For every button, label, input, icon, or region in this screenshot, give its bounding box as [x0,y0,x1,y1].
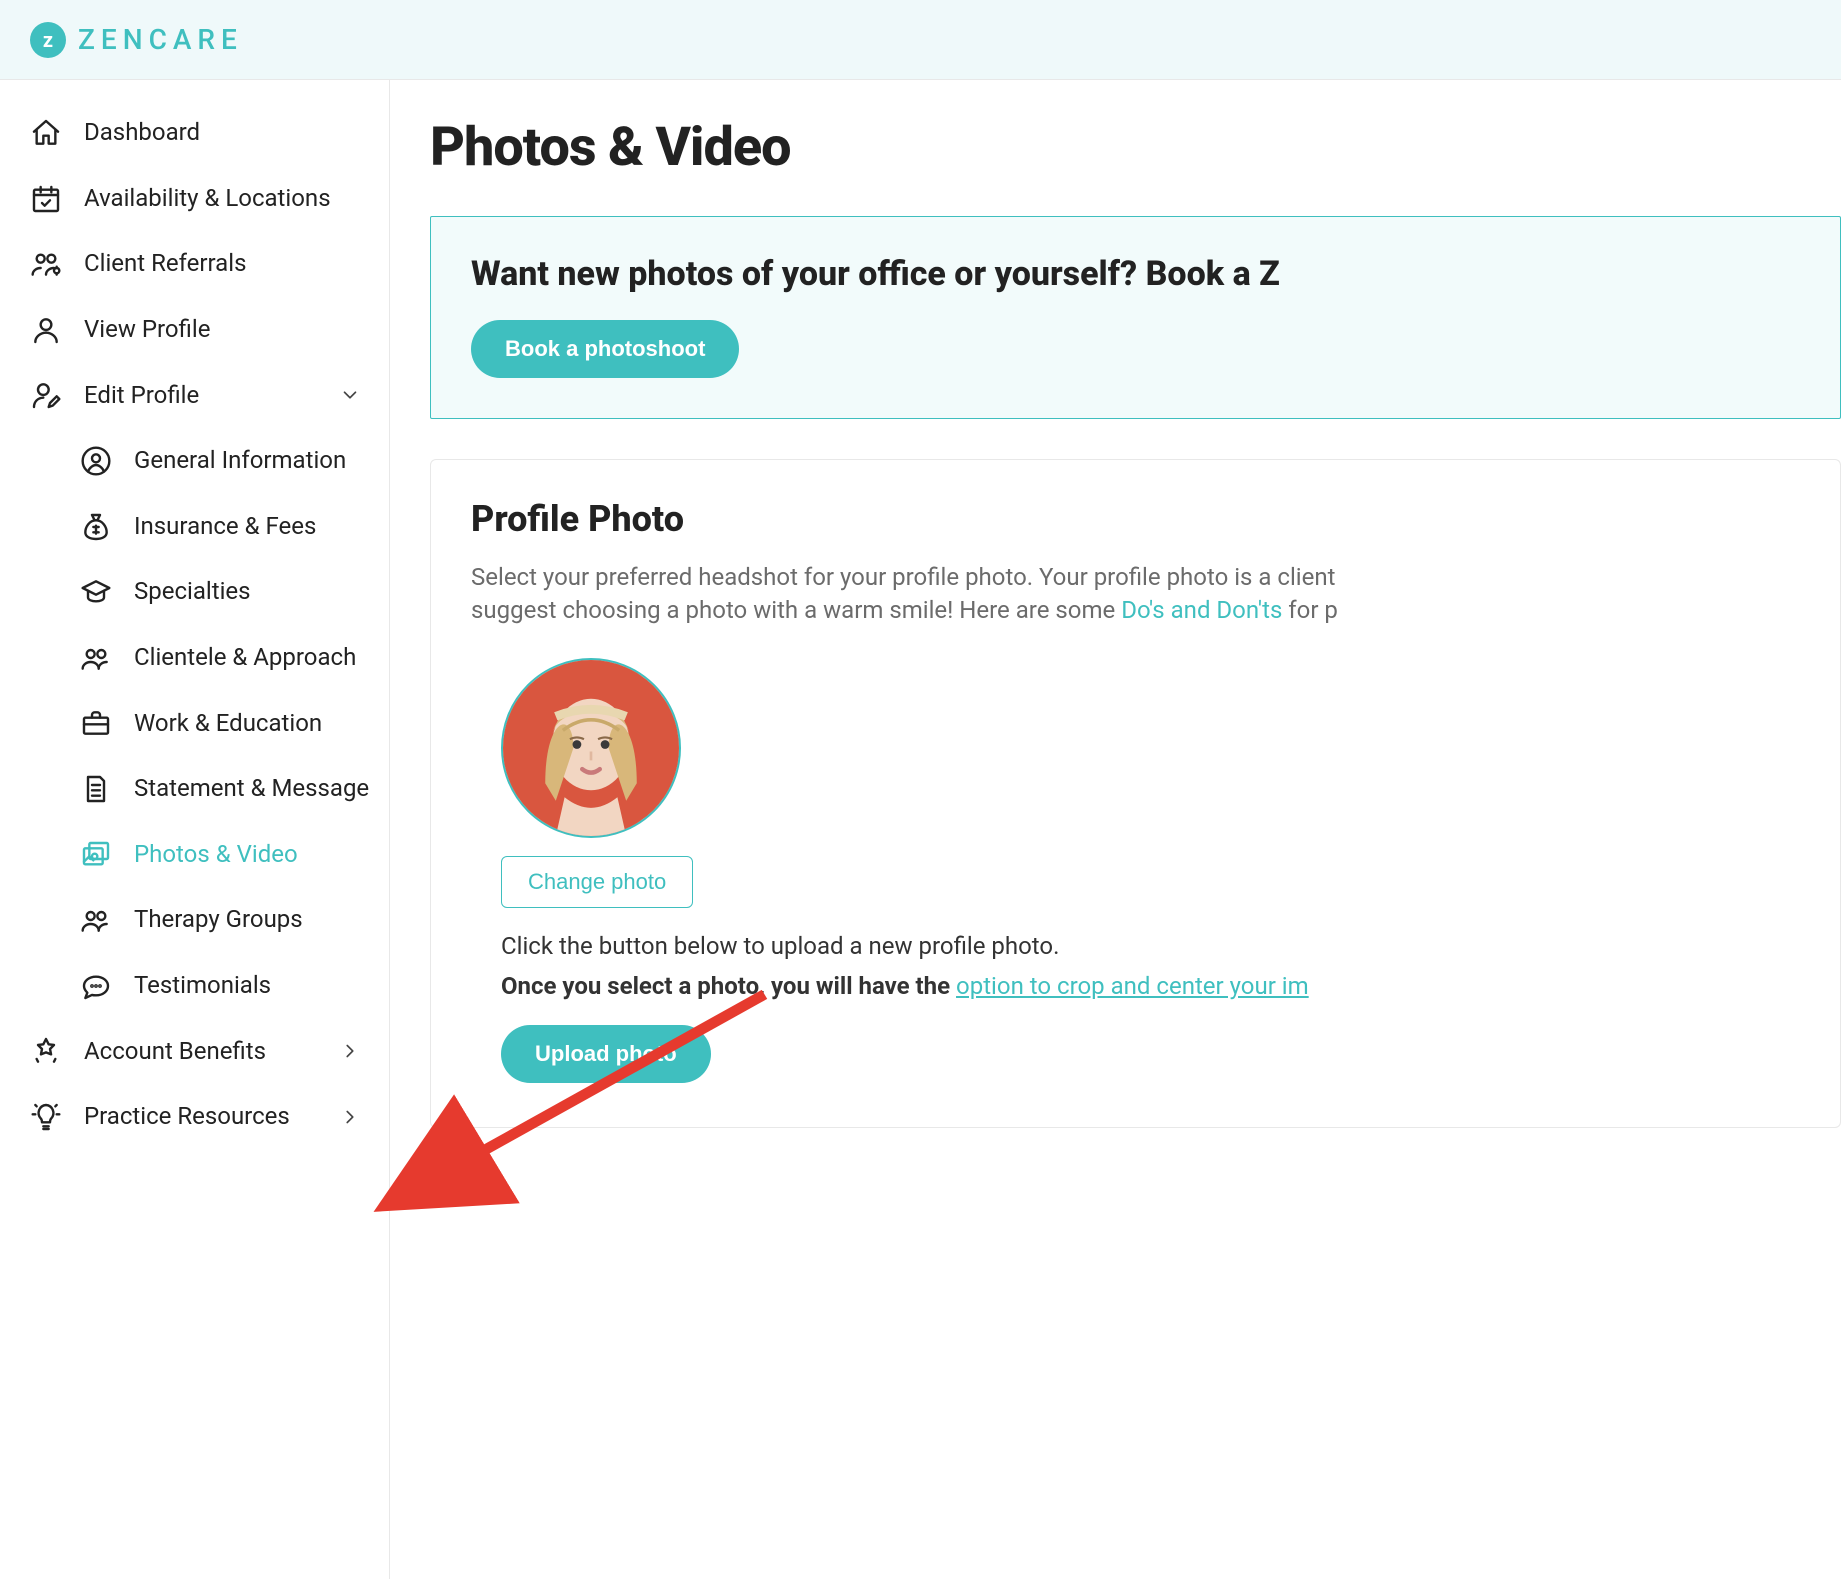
home-icon [30,117,62,149]
sidebar-item-label: Testimonials [134,969,271,1003]
sidebar-item-statement-message[interactable]: Statement & Message [80,756,389,822]
photos-icon [80,839,112,871]
profile-photo-title: Profile Photo [471,494,1800,544]
upload-hint-bold: Once you select a photo, you will have t… [501,972,956,1000]
money-bag-icon [80,511,112,543]
user-circle-icon [80,445,112,477]
dos-donts-link[interactable]: Do's and Don'ts [1121,596,1282,624]
sidebar-item-dashboard[interactable]: Dashboard [30,100,389,166]
person-icon [30,314,62,346]
sidebar-item-label: Edit Profile [84,379,199,413]
crop-center-link[interactable]: option to crop and center your im [956,972,1309,1000]
desc-text-2a: suggest choosing a photo with a warm smi… [471,596,1121,624]
sidebar-item-account-benefits[interactable]: Account Benefits [30,1019,389,1085]
referrals-icon [30,248,62,280]
book-photoshoot-button[interactable]: Book a photoshoot [471,320,739,378]
sidebar-item-practice-resources[interactable]: Practice Resources [30,1084,389,1150]
sidebar-item-testimonials[interactable]: Testimonials [80,953,389,1019]
sidebar-item-label: Therapy Groups [134,903,303,937]
sidebar-item-label: Availability & Locations [84,182,331,216]
edit-person-icon [30,379,62,411]
brand-mark: z [30,22,66,58]
main-content: Photos & Video Want new photos of your o… [390,80,1841,1579]
sidebar-item-label: Insurance & Fees [134,510,316,544]
sidebar-item-label: Specialties [134,575,251,609]
sidebar-item-label: Dashboard [84,116,200,150]
profile-photo-card: Profile Photo Select your preferred head… [430,459,1841,1128]
sidebar-item-label: Practice Resources [84,1100,290,1134]
chevron-right-icon [339,1040,361,1062]
chevron-right-icon [339,1106,361,1128]
document-icon [80,773,112,805]
sidebar-item-label: Photos & Video [134,838,298,872]
upload-photo-button[interactable]: Upload photo [501,1025,711,1083]
desc-text-1: Select your preferred headshot for your … [471,563,1335,591]
sidebar-item-clientele-approach[interactable]: Clientele & Approach [80,625,389,691]
sidebar-item-therapy-groups[interactable]: Therapy Groups [80,887,389,953]
people-icon [80,904,112,936]
sidebar-item-label: Statement & Message [134,772,369,806]
sidebar-item-edit-profile[interactable]: Edit Profile [30,363,389,429]
sidebar-item-label: Client Referrals [84,247,246,281]
briefcase-icon [80,707,112,739]
page-title: Photos & Video [430,110,1841,186]
sidebar-item-insurance-fees[interactable]: Insurance & Fees [80,494,389,560]
photoshoot-banner: Want new photos of your office or yourse… [430,216,1841,420]
grad-cap-icon [80,576,112,608]
sidebar-item-view-profile[interactable]: View Profile [30,297,389,363]
edit-profile-submenu: General Information Insurance & Fees Spe… [30,428,389,1018]
chat-icon [80,970,112,1002]
sidebar-item-availability[interactable]: Availability & Locations [30,166,389,232]
sidebar-item-label: General Information [134,444,346,478]
chevron-down-icon [339,384,361,406]
brand-name: ZENCARE [78,20,243,59]
sidebar: Dashboard Availability & Locations Clien… [0,80,390,1579]
sidebar-item-specialties[interactable]: Specialties [80,559,389,625]
shell: Dashboard Availability & Locations Clien… [0,80,1841,1579]
sidebar-item-label: View Profile [84,313,210,347]
sidebar-item-label: Account Benefits [84,1035,266,1069]
topbar: z ZENCARE [0,0,1841,80]
change-photo-button[interactable]: Change photo [501,856,693,908]
upload-hint: Click the button below to upload a new p… [501,930,1800,964]
desc-text-2b: for p [1282,596,1338,624]
sidebar-item-photos-video[interactable]: Photos & Video [80,822,389,888]
avatar-container [501,658,1800,838]
brand-logo[interactable]: z ZENCARE [30,20,243,59]
sidebar-item-general-information[interactable]: General Information [80,428,389,494]
profile-avatar [501,658,681,838]
upload-photo-row: Upload photo [501,1025,1800,1083]
sidebar-item-work-education[interactable]: Work & Education [80,691,389,757]
sidebar-item-referrals[interactable]: Client Referrals [30,231,389,297]
bulb-icon [30,1101,62,1133]
profile-photo-desc: Select your preferred headshot for your … [471,561,1800,628]
people-icon [80,642,112,674]
stars-icon [30,1035,62,1067]
banner-title: Want new photos of your office or yourse… [471,251,1800,299]
upload-hint-2: Once you select a photo, you will have t… [501,970,1800,1004]
sidebar-item-label: Clientele & Approach [134,641,356,675]
change-photo-row: Change photo [501,856,1800,908]
sidebar-item-label: Work & Education [134,707,322,741]
calendar-icon [30,183,62,215]
